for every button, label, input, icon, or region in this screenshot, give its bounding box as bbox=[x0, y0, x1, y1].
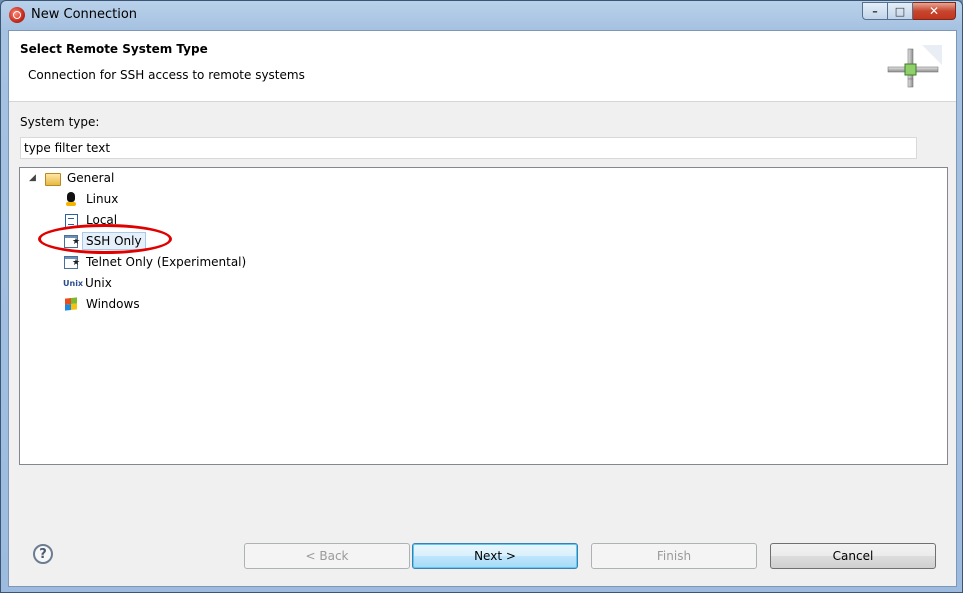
page-title: Select Remote System Type bbox=[20, 42, 208, 56]
tree-node-local[interactable]: Local bbox=[63, 210, 121, 230]
unix-icon: Unix bbox=[63, 278, 84, 288]
tree-node-ssh-only[interactable]: SSH Only bbox=[63, 231, 146, 251]
page-description: Connection for SSH access to remote syst… bbox=[28, 68, 305, 82]
tree-node-label: Unix bbox=[85, 276, 112, 290]
tree-node-label: Windows bbox=[86, 297, 140, 311]
next-button[interactable]: Next > bbox=[412, 543, 578, 569]
wizard-banner: Select Remote System Type Connection for… bbox=[9, 31, 956, 102]
folder-icon bbox=[44, 170, 61, 186]
minimize-icon: – bbox=[872, 4, 878, 18]
tree-node-unix[interactable]: Unix Unix bbox=[63, 273, 116, 293]
dialog-client-area: Select Remote System Type Connection for… bbox=[8, 30, 957, 587]
caption-buttons: – □ ✕ bbox=[862, 2, 956, 21]
close-icon: ✕ bbox=[928, 4, 940, 18]
help-icon[interactable]: ? bbox=[33, 544, 53, 564]
maximize-icon: □ bbox=[894, 4, 906, 18]
system-type-label: System type: bbox=[20, 115, 100, 129]
tree-node-label: General bbox=[67, 171, 115, 185]
system-type-tree[interactable]: ◢ General Linux Local SSH Only Telnet On… bbox=[19, 167, 948, 465]
tree-node-telnet-only[interactable]: Telnet Only (Experimental) bbox=[63, 252, 250, 272]
eclipse-app-icon bbox=[9, 7, 25, 23]
maximize-button[interactable]: □ bbox=[888, 2, 913, 20]
back-button[interactable]: < Back bbox=[244, 543, 410, 569]
linux-icon bbox=[63, 191, 79, 207]
tree-node-label: Telnet Only (Experimental) bbox=[86, 255, 247, 269]
tree-node-label: Linux bbox=[86, 192, 119, 206]
windows-icon bbox=[63, 296, 79, 312]
filter-input[interactable] bbox=[20, 137, 917, 159]
expand-triangle-icon[interactable]: ◢ bbox=[29, 173, 41, 183]
local-icon bbox=[63, 212, 79, 228]
terminal-icon bbox=[63, 233, 80, 249]
tree-node-windows[interactable]: Windows bbox=[63, 294, 144, 314]
network-connection-icon bbox=[887, 45, 942, 88]
tree-node-linux[interactable]: Linux bbox=[63, 189, 122, 209]
tree-node-general[interactable]: ◢ General bbox=[29, 168, 118, 188]
close-button[interactable]: ✕ bbox=[913, 2, 956, 20]
tree-node-label: Local bbox=[86, 213, 118, 227]
terminal-icon bbox=[63, 254, 80, 270]
finish-button[interactable]: Finish bbox=[591, 543, 757, 569]
minimize-button[interactable]: – bbox=[862, 2, 888, 20]
window-title: New Connection bbox=[31, 7, 138, 22]
tree-node-label: SSH Only bbox=[82, 232, 146, 250]
title-bar[interactable]: New Connection – □ ✕ bbox=[1, 1, 962, 29]
cancel-button[interactable]: Cancel bbox=[770, 543, 936, 569]
new-connection-window: New Connection – □ ✕ Select Remote Syste… bbox=[0, 0, 963, 593]
